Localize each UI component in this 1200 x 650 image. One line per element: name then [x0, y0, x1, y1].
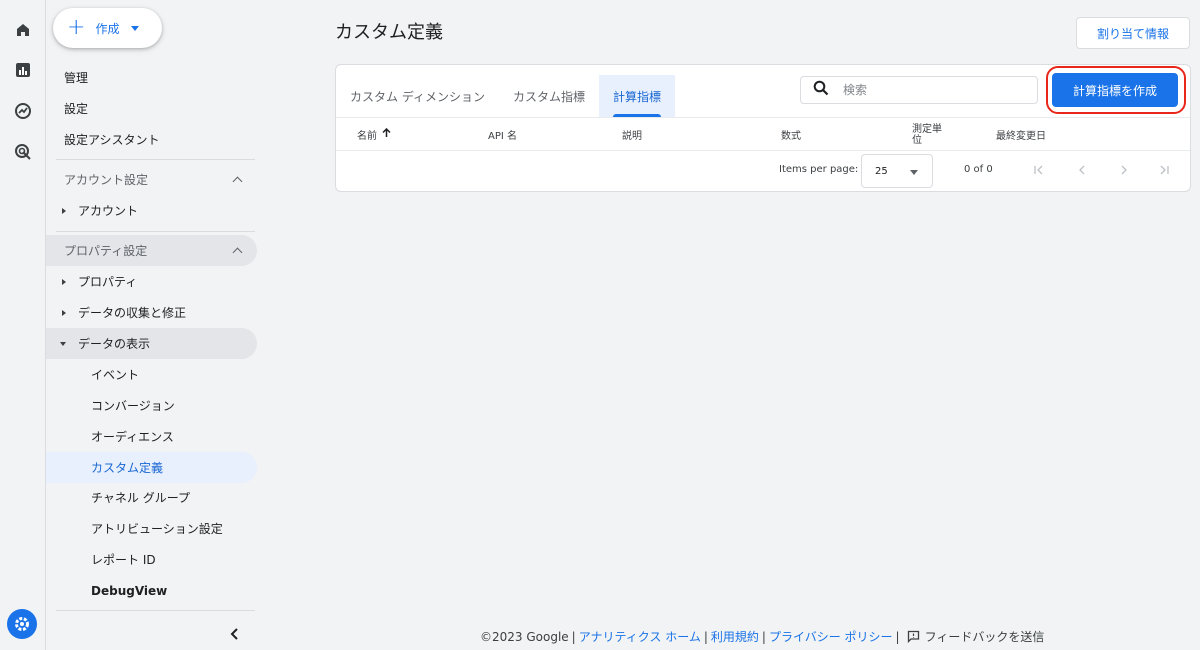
- privacy-link[interactable]: プライバシー ポリシー: [769, 628, 893, 645]
- collapse-nav-icon[interactable]: [229, 627, 241, 641]
- plus-icon: +: [67, 15, 86, 40]
- analytics-home-link[interactable]: アナリティクス ホーム: [579, 628, 701, 645]
- nav-item-setup-assistant[interactable]: 設定アシスタント: [46, 124, 257, 155]
- items-per-page-label: Items per page:: [779, 164, 859, 175]
- next-page-icon[interactable]: [1116, 162, 1132, 178]
- nav-item-label: アカウント: [78, 204, 139, 218]
- reports-icon[interactable]: [11, 58, 35, 82]
- column-last-modified[interactable]: 最終変更日: [996, 118, 1046, 151]
- divider: [56, 159, 255, 160]
- page-size-select[interactable]: 25: [861, 154, 933, 188]
- account-settings-label: アカウント設定: [64, 173, 149, 187]
- column-api-name[interactable]: API 名: [488, 118, 517, 151]
- definitions-card: カスタム ディメンション カスタム指標 計算指標 計算指標を作成 名前 API …: [335, 64, 1191, 192]
- paginator: Items per page: 25 0 of 0: [336, 151, 1190, 191]
- tab-bar: カスタム ディメンション カスタム指標 計算指標: [336, 75, 676, 117]
- nav-item-attribution-settings[interactable]: アトリビューション設定: [46, 513, 257, 544]
- table-header: 名前 API 名 説明 数式 測定単 位 最終変更日: [336, 117, 1190, 151]
- footer: ©2023 Google | アナリティクス ホーム | 利用規約 | プライバ…: [480, 628, 1044, 645]
- collapse-arrow-icon: [60, 341, 66, 346]
- page-title: カスタム定義: [335, 22, 443, 43]
- nav-item-events[interactable]: イベント: [46, 359, 257, 390]
- nav-item-data-display[interactable]: データの表示: [46, 328, 257, 359]
- divider: [56, 231, 255, 232]
- nav-item-data-collection[interactable]: データの収集と修正: [46, 297, 257, 328]
- search-input[interactable]: [843, 83, 1023, 97]
- expand-arrow-icon: [62, 207, 66, 214]
- page-range-label: 0 of 0: [964, 164, 993, 175]
- copyright: ©2023 Google: [480, 629, 569, 644]
- create-button[interactable]: + 作成: [53, 8, 162, 48]
- property-settings-section[interactable]: プロパティ設定: [46, 235, 257, 266]
- nav-item-settings[interactable]: 設定: [46, 93, 257, 124]
- page-size-value: 25: [875, 165, 888, 177]
- nav-item-custom-definitions[interactable]: カスタム定義: [46, 452, 257, 483]
- column-description[interactable]: 説明: [622, 118, 642, 151]
- main-content: カスタム定義 割り当て情報 カスタム ディメンション カスタム指標 計算指標 計…: [258, 0, 1200, 650]
- nav-item-debugview[interactable]: DebugView: [46, 575, 257, 606]
- admin-nav-panel: + 作成 管理 設定 設定アシスタント アカウント設定 アカウント プロパティ設…: [46, 0, 258, 650]
- nav-item-label: プロパティ: [78, 275, 138, 289]
- advertising-icon[interactable]: [11, 140, 35, 164]
- column-unit[interactable]: 測定単 位: [912, 118, 942, 151]
- caret-down-icon: [910, 170, 918, 175]
- left-rail: [0, 0, 46, 650]
- admin-gear-icon[interactable]: [7, 609, 37, 639]
- nav-item-label: データの表示: [78, 337, 151, 351]
- separator: |: [571, 629, 576, 644]
- create-label: 作成: [95, 21, 120, 36]
- create-calculated-metric-button[interactable]: 計算指標を作成: [1052, 73, 1178, 107]
- nav-item-conversions[interactable]: コンバージョン: [46, 390, 257, 421]
- column-formula[interactable]: 数式: [781, 118, 801, 151]
- expand-arrow-icon: [62, 278, 66, 285]
- sort-arrow-up-icon: [382, 127, 391, 141]
- chevron-up-icon: [232, 176, 243, 186]
- last-page-icon[interactable]: [1156, 162, 1172, 178]
- separator: |: [703, 629, 708, 644]
- column-name[interactable]: 名前: [357, 118, 391, 151]
- tab-custom-dimensions[interactable]: カスタム ディメンション: [336, 75, 499, 117]
- caret-down-icon: [131, 25, 140, 31]
- search-icon: [813, 80, 829, 100]
- previous-page-icon[interactable]: [1074, 162, 1090, 178]
- nav-item-channel-groups[interactable]: チャネル グループ: [46, 482, 257, 513]
- nav-item-property[interactable]: プロパティ: [46, 266, 257, 297]
- column-label: 測定単: [912, 123, 942, 135]
- separator: |: [761, 629, 766, 644]
- nav-item-label: データの収集と修正: [78, 306, 187, 320]
- explore-icon[interactable]: [11, 99, 35, 123]
- nav-item-reporting-identity[interactable]: レポート ID: [46, 544, 257, 575]
- column-label: 名前: [357, 131, 377, 142]
- expand-arrow-icon: [62, 309, 66, 316]
- nav-item-audiences[interactable]: オーディエンス: [46, 421, 257, 452]
- home-icon[interactable]: [11, 18, 35, 42]
- search-box: [800, 76, 1038, 104]
- divider: [56, 610, 255, 611]
- nav-item-account[interactable]: アカウント: [46, 195, 257, 226]
- property-settings-label: プロパティ設定: [64, 244, 148, 258]
- chevron-up-icon: [232, 247, 243, 257]
- tab-calculated-metrics[interactable]: 計算指標: [599, 75, 676, 117]
- feedback-icon[interactable]: [907, 630, 920, 643]
- tab-custom-metrics[interactable]: カスタム指標: [499, 75, 599, 117]
- separator: |: [895, 629, 900, 644]
- first-page-icon[interactable]: [1031, 162, 1047, 178]
- column-label: 位: [912, 134, 922, 146]
- nav-item-admin[interactable]: 管理: [46, 62, 257, 93]
- terms-link[interactable]: 利用規約: [711, 628, 759, 645]
- assignment-info-button[interactable]: 割り当て情報: [1076, 17, 1190, 49]
- account-settings-section[interactable]: アカウント設定: [46, 164, 257, 195]
- send-feedback-link[interactable]: フィードバックを送信: [925, 628, 1045, 645]
